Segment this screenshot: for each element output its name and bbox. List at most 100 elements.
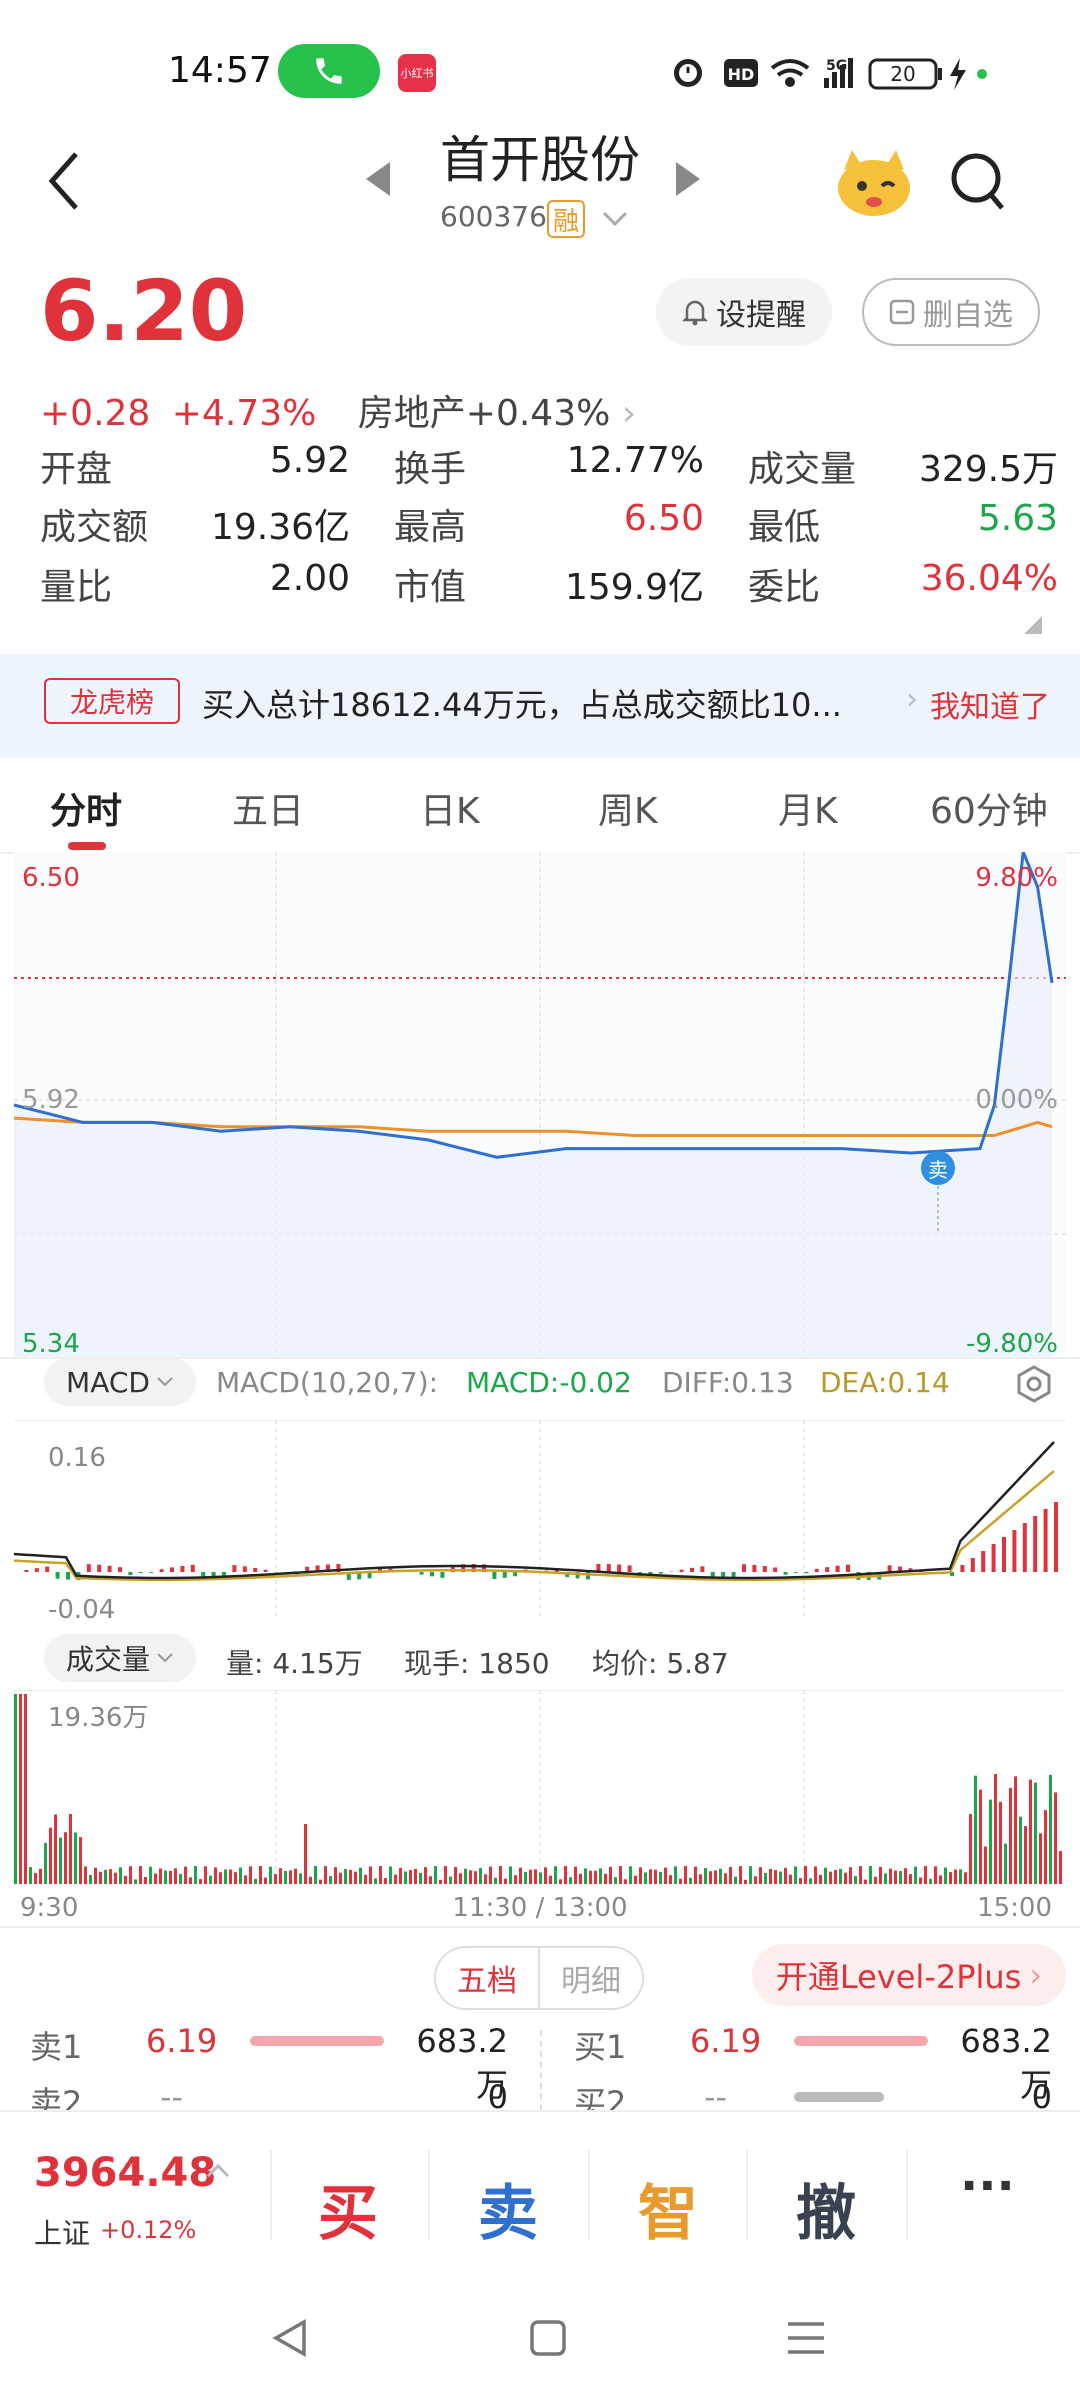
volume-bar — [699, 1874, 702, 1884]
tab-five-levels[interactable]: 五档 — [436, 1948, 540, 2008]
volume-bar — [939, 1875, 942, 1884]
volume-selector[interactable]: 成交量 — [44, 1634, 196, 1682]
volume-bar — [414, 1868, 417, 1884]
stat-label: 成交量 — [748, 449, 857, 490]
settings-icon[interactable] — [1014, 1364, 1054, 1404]
volume-bar — [34, 1873, 37, 1884]
volume-bar — [749, 1866, 752, 1884]
volume-bar — [884, 1873, 887, 1884]
volume-bar — [169, 1870, 172, 1884]
volume-bar — [679, 1878, 682, 1884]
volume-bar — [1034, 1782, 1037, 1884]
tab-daily-k[interactable]: 日K — [420, 782, 480, 834]
search-button[interactable] — [950, 152, 1006, 216]
current-price: 6.20 — [40, 262, 248, 360]
sector-link[interactable]: 房地产+0.43% › — [358, 393, 636, 434]
next-stock-button[interactable] — [676, 162, 700, 200]
stat-label: 最高 — [394, 507, 467, 548]
chevron-down-icon — [602, 211, 628, 227]
xiaohongshu-app-icon: 小红书 — [398, 54, 436, 92]
sell-marker-label: 卖 — [928, 1158, 948, 1182]
tab-monthly-k[interactable]: 月K — [778, 782, 838, 834]
volume-bar — [814, 1866, 817, 1884]
macd-bar — [1002, 1537, 1006, 1572]
index-ticker[interactable]: 3964.48 上证 +0.12% — [0, 2112, 270, 2268]
buy-button[interactable]: 买 — [318, 2165, 378, 2252]
volume-bar — [869, 1866, 872, 1884]
phone-icon — [316, 58, 342, 84]
divider — [746, 2150, 748, 2240]
remove-favorite-label: 删自选 — [923, 298, 1013, 333]
stock-dropdown[interactable] — [602, 210, 628, 232]
nav-home-icon[interactable] — [528, 2318, 568, 2358]
volume-bar — [294, 1868, 297, 1884]
volume-bar — [94, 1867, 97, 1884]
ongoing-call-pill[interactable] — [278, 44, 380, 98]
volume-chart[interactable]: 19.36万 9:30 11:30 / 13:00 15:00 — [0, 1690, 1080, 1920]
volume-bar — [274, 1874, 277, 1884]
volume-bar — [729, 1866, 732, 1884]
volume-bar — [404, 1871, 407, 1884]
dragon-tiger-text: 买入总计18612.44万元，占总成交额比10... — [202, 686, 842, 724]
macd-bar — [440, 1572, 445, 1578]
volume-bar — [514, 1875, 517, 1884]
volume-bar — [799, 1878, 802, 1884]
macd-selector[interactable]: MACD — [44, 1358, 196, 1406]
macd-bar — [34, 1568, 39, 1572]
volume-bar — [109, 1869, 112, 1884]
stat-value: 5.92 — [269, 440, 350, 481]
divider — [270, 2150, 272, 2240]
volume-bar — [499, 1866, 502, 1884]
volume-bar — [879, 1866, 882, 1884]
volume-bar — [269, 1866, 272, 1884]
stat-label: 最低 — [748, 507, 821, 548]
macd-bar — [1012, 1530, 1017, 1572]
sell-button[interactable]: 卖 — [478, 2165, 538, 2252]
expand-corner-icon[interactable] — [1024, 616, 1042, 634]
back-button[interactable] — [48, 150, 80, 216]
volume-bar — [994, 1774, 997, 1884]
volume-bar — [19, 1694, 22, 1884]
macd-bar — [783, 1572, 788, 1575]
triangle-left-icon — [366, 162, 390, 196]
tab-intraday[interactable]: 分时 — [50, 782, 122, 834]
cancel-order-button[interactable]: 撤 — [796, 2165, 856, 2252]
macd-bar — [138, 1572, 143, 1574]
volume-bar — [584, 1868, 587, 1884]
volume-bar — [834, 1869, 837, 1884]
volume-bar — [754, 1876, 757, 1884]
nav-menu-icon[interactable] — [786, 2318, 826, 2358]
set-alert-button[interactable]: 设提醒 — [656, 278, 832, 346]
active-tab-indicator — [68, 842, 106, 850]
macd-bar — [762, 1565, 767, 1572]
volume-bar — [434, 1866, 437, 1884]
volume-bar — [614, 1877, 617, 1884]
prev-stock-button[interactable] — [366, 162, 390, 200]
volume-bar — [554, 1866, 557, 1884]
macd-bar — [263, 1569, 268, 1572]
smart-button[interactable]: 智 — [638, 2165, 698, 2252]
tab-60min[interactable]: 60分钟 — [930, 782, 1048, 834]
macd-bar — [242, 1566, 247, 1572]
volume-bar — [779, 1871, 782, 1884]
macd-chart[interactable]: 0.16 -0.04 — [0, 1420, 1080, 1620]
level2-upgrade-button[interactable]: 开通Level-2Plus › — [752, 1944, 1066, 2006]
macd-bar — [835, 1565, 840, 1572]
volume-bar — [819, 1874, 822, 1884]
nav-back-icon[interactable] — [270, 2318, 310, 2358]
tab-five-day[interactable]: 五日 — [232, 782, 304, 834]
more-button[interactable]: ··· — [960, 2158, 1015, 2214]
stat-label: 市值 — [394, 567, 467, 608]
tab-details[interactable]: 明细 — [540, 1948, 642, 2008]
volume-bar — [359, 1867, 362, 1884]
wifi-icon — [770, 59, 810, 87]
level2-label: 开通Level-2Plus — [775, 1958, 1022, 1996]
remove-favorite-button[interactable]: 删自选 — [862, 278, 1040, 346]
tab-weekly-k[interactable]: 周K — [598, 782, 658, 834]
dismiss-banner-button[interactable]: 我知道了 — [930, 682, 1050, 726]
mascot-button[interactable] — [834, 146, 914, 222]
volume-bar — [894, 1870, 897, 1884]
volume-avg: 均价: 5.87 — [592, 1647, 729, 1680]
volume-bar — [534, 1869, 537, 1884]
volume-bar — [29, 1867, 32, 1884]
